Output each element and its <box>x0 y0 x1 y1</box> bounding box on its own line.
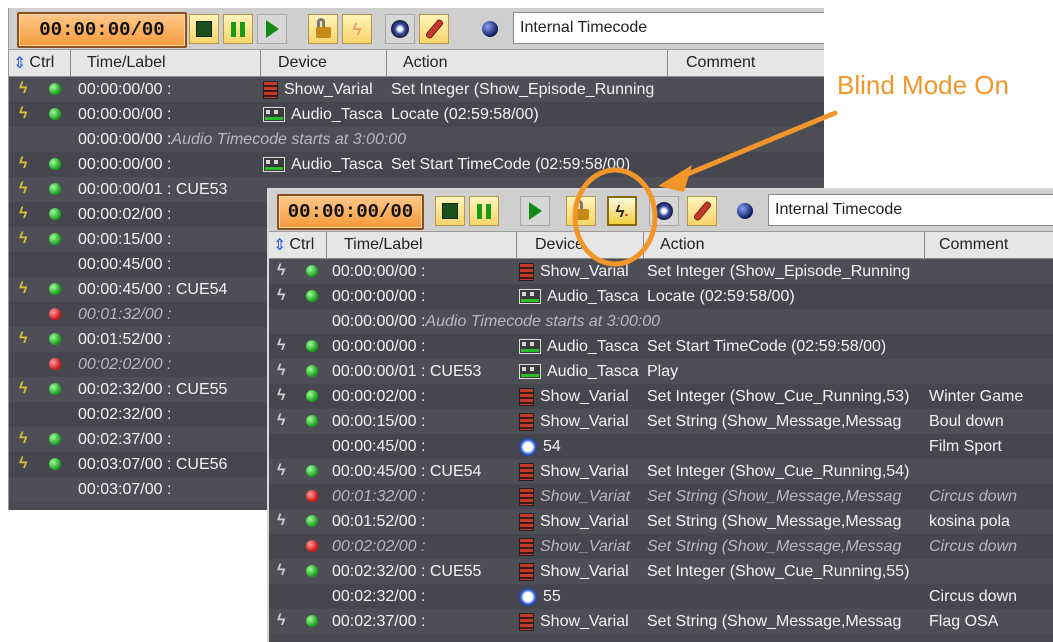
arrow-head <box>658 165 692 192</box>
annotation-arrow <box>572 110 838 267</box>
highlight-circle <box>572 167 658 267</box>
arrow-line <box>675 110 838 181</box>
